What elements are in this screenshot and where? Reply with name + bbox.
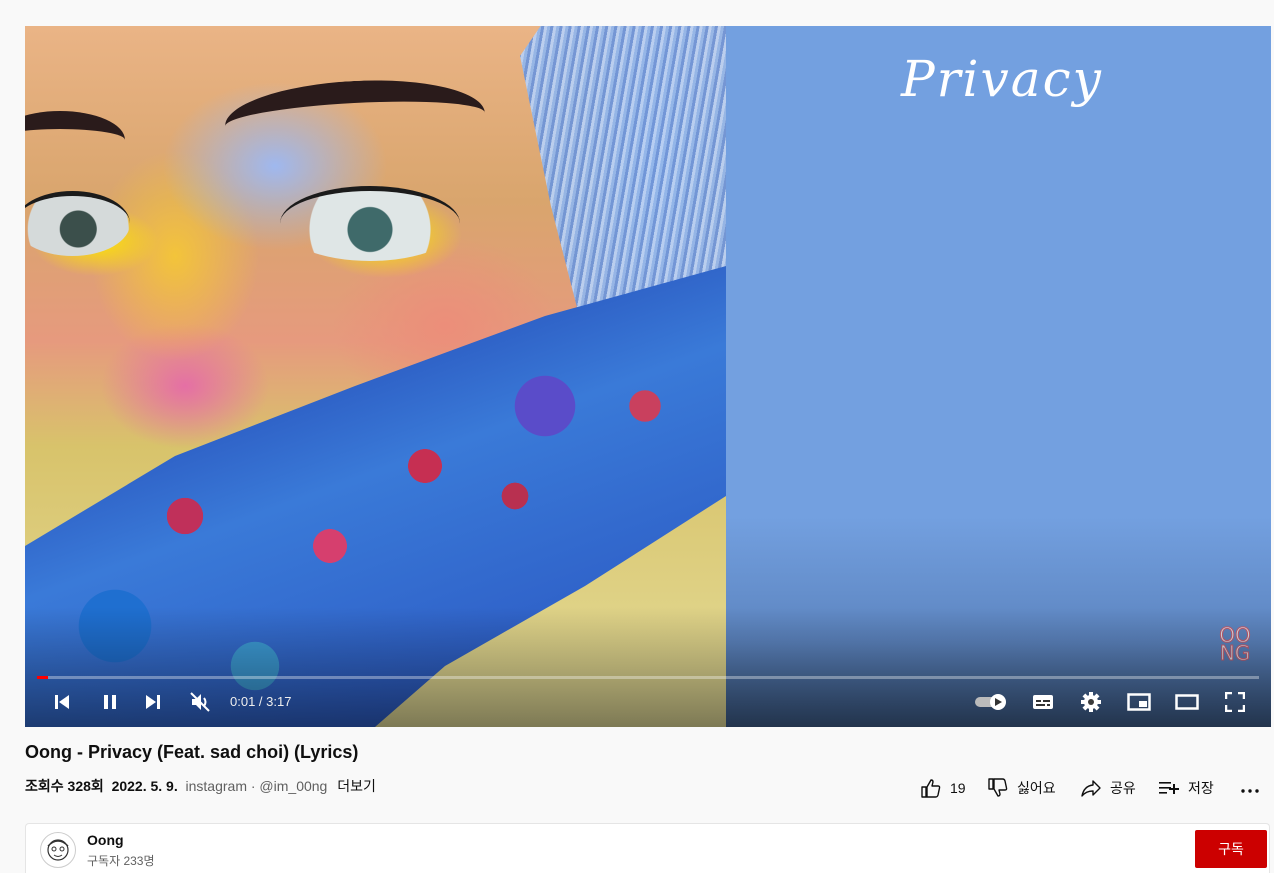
dislike-button[interactable]: 싫어요 xyxy=(987,776,1056,800)
progress-bar[interactable] xyxy=(37,676,1259,679)
settings-button[interactable] xyxy=(1079,690,1103,714)
next-icon xyxy=(146,695,160,709)
more-actions-button[interactable] xyxy=(1240,776,1268,800)
fullscreen-icon xyxy=(1225,692,1245,712)
share-icon xyxy=(1081,780,1101,797)
more-horizontal-icon xyxy=(1241,789,1259,793)
pause-button[interactable] xyxy=(98,690,122,714)
description-preview: instagram · @im_00ng xyxy=(185,778,328,794)
theater-mode-icon xyxy=(1175,694,1199,710)
autoplay-toggle[interactable] xyxy=(973,690,1009,714)
upload-date: 2022. 5. 9. xyxy=(111,778,178,794)
save-button[interactable]: 저장 xyxy=(1158,776,1214,800)
save-label: 저장 xyxy=(1188,780,1214,796)
thumbs-down-icon xyxy=(988,778,1008,797)
fullscreen-button[interactable] xyxy=(1223,690,1247,714)
video-player[interactable]: Privacy OO NG 0:01 / 3:17 xyxy=(25,26,1271,727)
progress-fill xyxy=(37,676,48,679)
subscriber-count: 구독자 233명 xyxy=(87,854,155,868)
artwork-brow xyxy=(223,74,487,165)
artwork-eye xyxy=(280,186,460,261)
artwork-brow xyxy=(25,111,125,169)
share-button[interactable]: 공유 xyxy=(1080,776,1136,800)
miniplayer-button[interactable] xyxy=(1127,690,1151,714)
next-button[interactable] xyxy=(141,690,165,714)
previous-button[interactable] xyxy=(50,690,74,714)
share-label: 공유 xyxy=(1110,780,1136,796)
video-title: Oong - Privacy (Feat. sad choi) (Lyrics) xyxy=(25,742,359,762)
channel-row: Oong 구독자 233명 구독 xyxy=(25,823,1270,873)
pause-icon xyxy=(104,695,116,709)
settings-gear-icon xyxy=(1081,692,1101,712)
miniplayer-icon xyxy=(1127,693,1151,711)
like-count: 19 xyxy=(950,780,966,796)
view-count: 조회수 328회 xyxy=(25,778,104,794)
channel-avatar[interactable] xyxy=(40,832,76,868)
theater-mode-button[interactable] xyxy=(1175,690,1199,714)
autoplay-toggle-icon xyxy=(975,694,1006,710)
thumbs-up-icon xyxy=(921,779,941,798)
playlist-add-icon xyxy=(1159,782,1179,794)
artwork-eye xyxy=(25,191,130,256)
like-button[interactable]: 19 xyxy=(920,776,966,800)
mute-button[interactable] xyxy=(188,690,212,714)
mute-icon xyxy=(190,692,210,712)
subtitles-icon xyxy=(1033,695,1053,709)
cover-title: Privacy xyxy=(901,50,1103,108)
avatar-face-icon xyxy=(47,839,69,861)
dislike-label: 싫어요 xyxy=(1017,780,1056,796)
previous-icon xyxy=(55,695,69,709)
subscribe-button[interactable]: 구독 xyxy=(1195,830,1267,868)
show-more-link[interactable]: 더보기 xyxy=(337,778,376,794)
subtitles-button[interactable] xyxy=(1031,690,1055,714)
video-meta[interactable]: 조회수 328회 2022. 5. 9. instagram · @im_00n… xyxy=(25,776,376,796)
channel-name[interactable]: Oong xyxy=(87,832,124,848)
time-display: 0:01 / 3:17 xyxy=(230,694,292,709)
